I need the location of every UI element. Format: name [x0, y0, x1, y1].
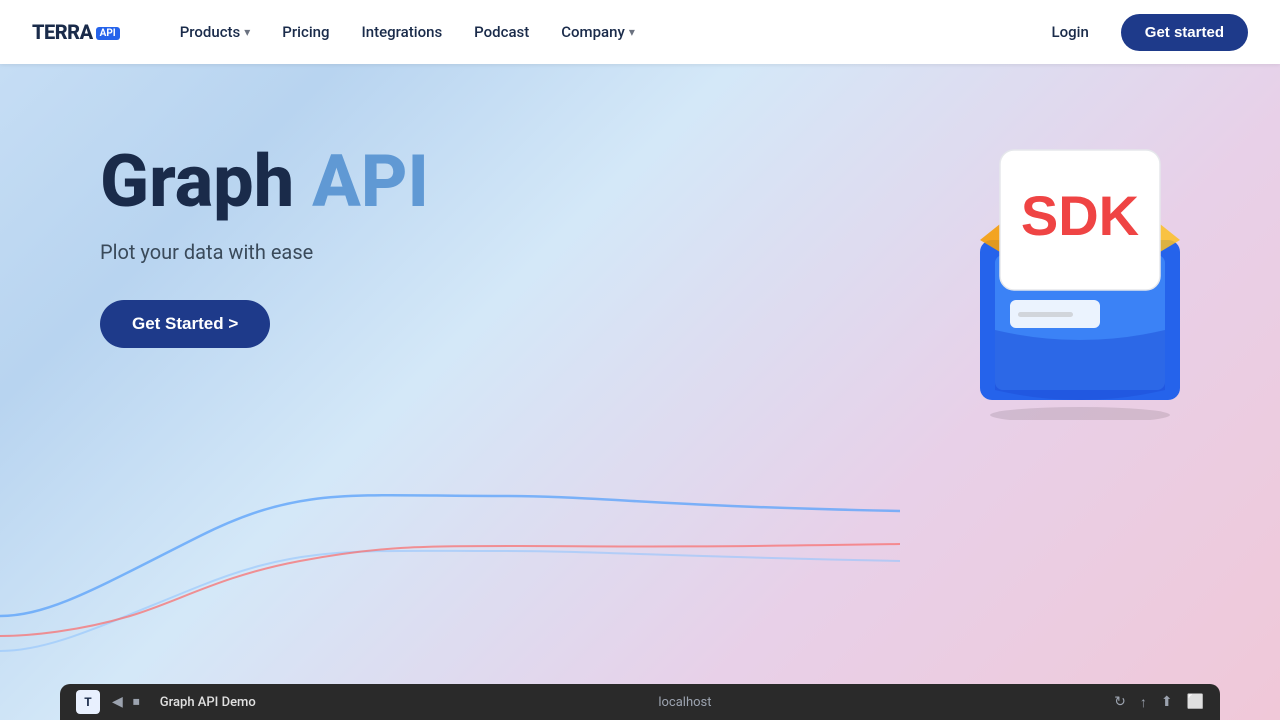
logo[interactable]: TERRA API	[32, 20, 120, 44]
nav-right: Login Get started	[1036, 14, 1249, 51]
nav-item-integrations[interactable]: Integrations	[350, 15, 455, 49]
refresh-icon[interactable]: ↻	[1114, 694, 1126, 710]
nav-item-pricing[interactable]: Pricing	[270, 15, 341, 49]
hero-title: Graph API	[100, 144, 429, 220]
nav-label-company: Company	[561, 23, 625, 41]
nav-label-podcast: Podcast	[474, 23, 529, 41]
hero-cta-button[interactable]: Get Started >	[100, 300, 270, 348]
nav-item-company[interactable]: Company ▾	[549, 15, 647, 49]
logo-badge: API	[96, 27, 120, 40]
video-url-label: localhost	[658, 695, 711, 710]
nav-item-products[interactable]: Products ▾	[168, 15, 263, 49]
navbar: TERRA API Products ▾ Pricing Integration…	[0, 0, 1280, 64]
nav-label-products: Products	[180, 23, 241, 41]
copy-icon[interactable]: ⬜	[1187, 694, 1204, 710]
video-center-area: localhost	[268, 695, 1102, 710]
nav-item-podcast[interactable]: Podcast	[462, 15, 541, 49]
chart-lines	[0, 456, 900, 656]
chevron-down-icon-company: ▾	[629, 25, 635, 39]
video-logo-icon: T	[76, 690, 100, 714]
rewind-icon[interactable]: ◀	[112, 694, 123, 710]
video-bar: T ◀ ⏹ Graph API Demo localhost ↻ ↑ ⬆ ⬜	[60, 684, 1220, 720]
video-right-controls: ↻ ↑ ⬆ ⬜	[1114, 694, 1204, 711]
sdk-illustration: SDK	[940, 100, 1220, 400]
chevron-down-icon: ▾	[244, 25, 250, 39]
upload-icon[interactable]: ⬆	[1161, 694, 1173, 710]
hero-subtitle: Plot your data with ease	[100, 240, 429, 264]
get-started-nav-button[interactable]: Get started	[1121, 14, 1248, 51]
logo-name: TERRA	[32, 20, 93, 44]
share-icon[interactable]: ↑	[1140, 694, 1147, 711]
nav-links: Products ▾ Pricing Integrations Podcast …	[168, 15, 1036, 49]
video-transport-controls: ◀ ⏹	[112, 694, 140, 710]
hero-title-accent: API	[312, 139, 429, 224]
video-icon-letter: T	[84, 695, 91, 709]
sdk-svg: SDK	[940, 100, 1220, 420]
video-title-label: Graph API Demo	[160, 695, 256, 710]
nav-label-pricing: Pricing	[282, 23, 329, 41]
stop-icon[interactable]: ⏹	[133, 694, 140, 710]
hero-title-main: Graph	[100, 139, 312, 224]
login-button[interactable]: Login	[1036, 15, 1105, 49]
svg-text:SDK: SDK	[1021, 184, 1139, 247]
nav-label-integrations: Integrations	[362, 23, 443, 41]
hero-text-block: Graph API Plot your data with ease Get S…	[100, 144, 429, 348]
